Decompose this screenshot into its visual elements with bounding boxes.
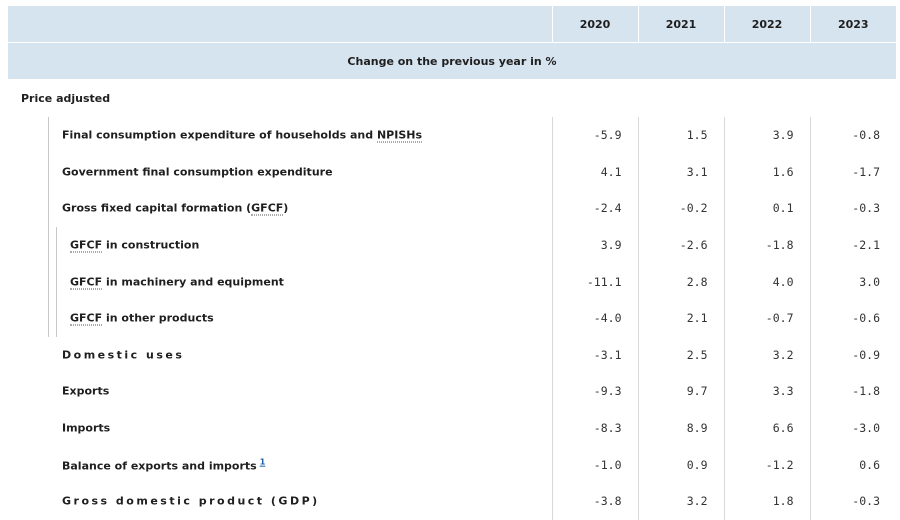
value-cell: -1.0 — [551, 446, 638, 483]
abbreviation[interactable]: GFCF — [251, 201, 284, 216]
row-label: Gross fixed capital formation (GFCF) — [8, 190, 552, 227]
value-cell: 0.6 — [809, 446, 896, 483]
year-header: 2020 — [552, 6, 639, 43]
value-cell: -1.8 — [723, 226, 810, 264]
label-text: in machinery and equipment — [102, 275, 284, 289]
value-cell: -0.3 — [809, 190, 896, 227]
value-cell: 6.6 — [723, 409, 810, 447]
value-cell: 9.7 — [637, 373, 724, 410]
row-label: Gross domestic product (GDP) — [8, 483, 552, 520]
value-cell: 0.9 — [637, 446, 724, 483]
value-cell: 3.9 — [723, 117, 810, 154]
table-row: Government final consumption expenditure… — [8, 153, 896, 191]
value-cell: 4.0 — [723, 263, 810, 300]
value-cell: 3.9 — [551, 226, 638, 264]
value-cell: 4.1 — [551, 153, 638, 191]
value-cell: 2.8 — [637, 263, 724, 300]
year-header: 2021 — [638, 6, 725, 43]
value-cell: -0.8 — [809, 117, 896, 154]
value-cell: -0.2 — [637, 190, 724, 227]
value-cell: 1.8 — [723, 482, 810, 520]
value-cell: 2.1 — [637, 299, 724, 337]
unit-header: Change on the previous year in % — [8, 42, 896, 79]
label-text: Gross fixed capital formation ( — [62, 201, 252, 215]
value-cell: 2.5 — [637, 336, 724, 374]
value-cell: -9.3 — [551, 373, 638, 410]
abbreviation[interactable]: GFCF — [70, 311, 103, 326]
value-cell: 3.2 — [723, 336, 810, 374]
value-cell: -1.7 — [809, 153, 896, 191]
label-text: Balance of exports and imports — [62, 458, 257, 472]
table-row: Imports -8.3 8.9 6.6 -3.0 — [8, 409, 896, 447]
row-label: Exports — [8, 373, 552, 410]
table-row: Final consumption expenditure of househo… — [8, 117, 896, 154]
row-label: Imports — [8, 410, 552, 447]
label-text: Final consumption expenditure of househo… — [62, 128, 377, 142]
value-cell: -0.7 — [723, 299, 810, 337]
header-corner — [8, 6, 553, 43]
value-cell: -0.3 — [809, 482, 896, 520]
table-row: Exports -9.3 9.7 3.3 -1.8 — [8, 373, 896, 410]
value-cell: -1.8 — [809, 373, 896, 410]
value-cell: 8.9 — [637, 409, 724, 447]
footnote-link[interactable]: 1 — [260, 457, 266, 466]
value-cell: 3.0 — [809, 263, 896, 300]
value-cell: -0.6 — [809, 299, 896, 337]
label-text: ) — [283, 201, 289, 215]
section-label: Price adjusted — [21, 91, 111, 105]
row-label: Domestic uses — [8, 337, 552, 374]
year-header: 2023 — [810, 6, 896, 43]
value-cell: -0.9 — [809, 336, 896, 374]
abbreviation[interactable]: NPISHs — [376, 128, 422, 143]
value-cell: -4.0 — [551, 299, 638, 337]
value-cell: 1.5 — [637, 117, 724, 154]
value-cell: -11.1 — [551, 263, 638, 300]
table-row: GFCF in construction 3.9 -2.6 -1.8 -2.1 — [8, 226, 896, 264]
label-text: Gross domestic product (GDP) — [62, 494, 320, 508]
row-label: Balance of exports and imports 1 — [8, 446, 552, 483]
table-row: GFCF in machinery and equipment -11.1 2.… — [8, 263, 896, 300]
value-cell: -2.6 — [637, 226, 724, 264]
value-cell: 3.2 — [637, 482, 724, 520]
value-cell: -2.4 — [551, 190, 638, 227]
label-text: Exports — [62, 384, 110, 398]
value-cell: -3.8 — [551, 482, 638, 520]
label-text: Domestic uses — [62, 348, 185, 362]
label-text: Government final consumption expenditure — [62, 165, 333, 179]
value-cell: -5.9 — [551, 117, 638, 154]
value-cell: -2.1 — [809, 226, 896, 264]
value-cell: -3.1 — [551, 336, 638, 374]
year-header-row: 2020 2021 2022 2023 — [8, 6, 896, 43]
abbreviation[interactable]: GFCF — [70, 238, 103, 253]
row-label: GFCF in other products — [8, 299, 552, 337]
value-cell: 0.1 — [723, 190, 810, 227]
value-cell: 1.6 — [723, 153, 810, 191]
row-label: GFCF in construction — [8, 226, 552, 264]
value-cell: 3.3 — [723, 373, 810, 410]
table-row: Gross fixed capital formation (GFCF) -2.… — [8, 190, 896, 227]
section-row: Price adjusted — [8, 79, 896, 117]
value-cell: -3.0 — [809, 409, 896, 447]
gdp-table: 2020 2021 2022 2023 Change on the previo… — [8, 6, 896, 520]
value-cell: 3.1 — [637, 153, 724, 191]
table-row: Domestic uses -3.1 2.5 3.2 -0.9 — [8, 336, 896, 374]
value-cell: -8.3 — [551, 409, 638, 447]
label-text: in construction — [102, 238, 200, 252]
row-label: Government final consumption expenditure — [8, 153, 552, 191]
label-text: in other products — [102, 311, 214, 325]
unit-header-row: Change on the previous year in % — [8, 42, 896, 79]
table-row: Gross domestic product (GDP) -3.8 3.2 1.… — [8, 482, 896, 520]
year-header: 2022 — [724, 6, 811, 43]
label-text: Imports — [62, 421, 111, 435]
row-label: Final consumption expenditure of househo… — [8, 117, 552, 154]
table-row: GFCF in other products -4.0 2.1 -0.7 -0.… — [8, 299, 896, 337]
value-cell: -1.2 — [723, 446, 810, 483]
abbreviation[interactable]: GFCF — [70, 275, 103, 290]
table-row: Balance of exports and imports 1 -1.0 0.9… — [8, 446, 896, 483]
row-label: GFCF in machinery and equipment — [8, 263, 552, 300]
